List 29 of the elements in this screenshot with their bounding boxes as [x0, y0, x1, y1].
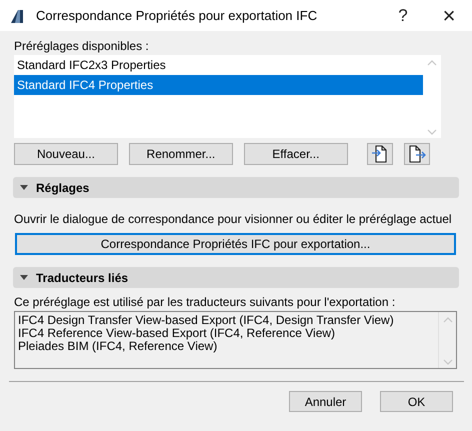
section-header[interactable]: Réglages [13, 177, 459, 198]
preset-item[interactable]: Standard IFC2x3 Properties [14, 55, 423, 75]
scroll-up-icon[interactable] [442, 317, 452, 323]
translator-item: IFC4 Design Transfer View-based Export (IFC4, Design Transfer View) [18, 314, 395, 327]
import-button[interactable] [366, 143, 393, 165]
preset-button[interactable]: Renommer... [128, 143, 233, 165]
export-button[interactable] [404, 143, 430, 165]
section-description: Ouvrir le dialogue de correspondance pour visionner ou éditer le préréglage actuel [14, 212, 453, 227]
close-button[interactable]: × [426, 0, 472, 31]
dialog-button[interactable]: OK [380, 391, 453, 412]
scroll-down-icon[interactable] [427, 129, 437, 135]
help-button[interactable]: ? [380, 0, 426, 31]
preset-button[interactable]: Nouveau... [14, 143, 118, 165]
dialog-button[interactable]: Annuler [289, 391, 362, 412]
window-title: Correspondance Propriétés pour exportation IFC [36, 8, 318, 23]
preset-item[interactable]: Standard IFC4 Properties [14, 75, 423, 95]
translator-item: Pleiades BIM (IFC4, Reference View) [18, 340, 218, 353]
collapse-triangle-icon [20, 275, 28, 280]
document-export-icon [406, 144, 427, 164]
mapping-button[interactable]: Correspondance Propriétés IFC pour exportation... [15, 233, 456, 255]
scroll-up-icon[interactable] [427, 60, 437, 66]
section-header[interactable]: Traducteurs liés [13, 267, 459, 288]
app-logo-icon [9, 8, 25, 24]
preset-button[interactable]: Effacer... [244, 143, 348, 165]
scroll-down-icon[interactable] [442, 359, 452, 365]
presets-label: Préréglages disponibles : [14, 39, 150, 54]
collapse-triangle-icon [20, 185, 28, 190]
translator-item: IFC4 Reference View-based Export (IFC4, Reference View) [18, 327, 336, 340]
section-description: Ce préréglage est utilisé par les traducteurs suivants pour l'exportation : [14, 295, 396, 310]
